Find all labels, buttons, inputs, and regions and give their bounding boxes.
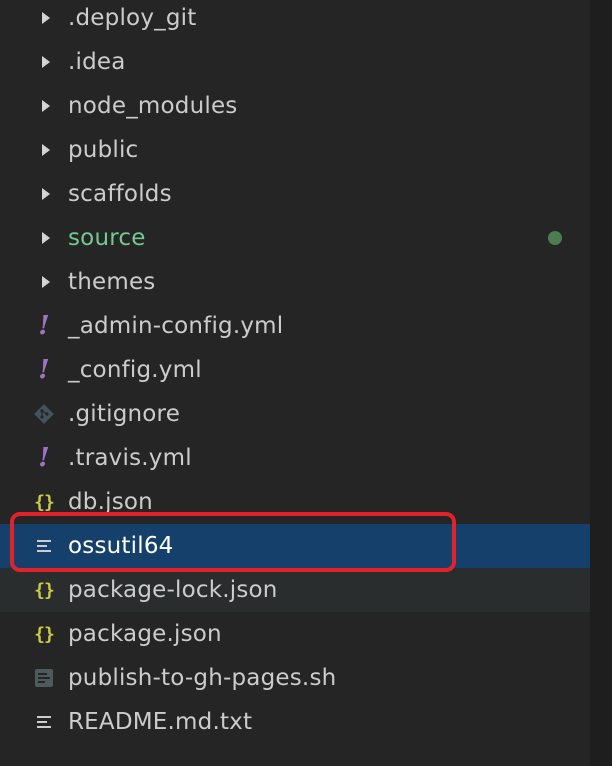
file-admin-config-yml[interactable]: ! _admin-config.yml (0, 304, 590, 348)
terminal-file-icon (30, 656, 58, 700)
file-gitignore[interactable]: .gitignore (0, 392, 590, 436)
editor-edge (590, 0, 612, 766)
file-travis-yml[interactable]: ! .travis.yml (0, 436, 590, 480)
git-modified-dot-icon (548, 231, 562, 245)
git-icon (30, 392, 58, 436)
file-label: README.md.txt (68, 709, 253, 735)
file-label: .travis.yml (68, 445, 192, 471)
folder-themes[interactable]: themes (0, 260, 590, 304)
file-label: publish-to-gh-pages.sh (68, 665, 337, 691)
file-label: .idea (68, 49, 126, 75)
file-explorer: .deploy_git .idea node_modules public sc… (0, 0, 590, 766)
folder-scaffolds[interactable]: scaffolds (0, 172, 590, 216)
file-label: themes (68, 269, 156, 295)
yaml-exclamation-icon: ! (38, 443, 50, 473)
file-readme-md-txt[interactable]: README.md.txt (0, 700, 590, 744)
json-braces-icon: {} (34, 623, 55, 645)
file-label: public (68, 137, 139, 163)
file-label: _config.yml (68, 357, 202, 383)
chevron-right-icon (30, 128, 58, 172)
folder-source[interactable]: source (0, 216, 590, 260)
folder-deploy-git[interactable]: .deploy_git (0, 0, 590, 40)
file-label: scaffolds (68, 181, 172, 207)
file-config-yml[interactable]: ! _config.yml (0, 348, 590, 392)
yaml-exclamation-icon: ! (38, 311, 50, 341)
file-label: ossutil64 (68, 533, 174, 559)
text-lines-icon (30, 524, 58, 568)
file-label: node_modules (68, 93, 238, 119)
file-label: package.json (68, 621, 222, 647)
file-label: _admin-config.yml (68, 313, 284, 339)
yaml-exclamation-icon: ! (38, 355, 50, 385)
folder-idea[interactable]: .idea (0, 40, 590, 84)
file-label: package-lock.json (68, 577, 278, 603)
file-db-json[interactable]: {} db.json (0, 480, 590, 524)
chevron-right-icon (30, 216, 58, 260)
chevron-right-icon (30, 84, 58, 128)
file-label: source (68, 225, 146, 251)
chevron-right-icon (30, 40, 58, 84)
file-label: db.json (68, 489, 153, 515)
chevron-right-icon (30, 260, 58, 304)
file-package-lock-json[interactable]: {} package-lock.json (0, 568, 590, 612)
chevron-right-icon (30, 0, 58, 40)
text-lines-icon (30, 700, 58, 744)
json-braces-icon: {} (34, 579, 55, 601)
file-ossutil64[interactable]: ossutil64 (0, 524, 590, 568)
folder-public[interactable]: public (0, 128, 590, 172)
file-label: .deploy_git (68, 5, 197, 31)
chevron-right-icon (30, 172, 58, 216)
json-braces-icon: {} (34, 491, 55, 513)
folder-node-modules[interactable]: node_modules (0, 84, 590, 128)
file-label: .gitignore (68, 401, 181, 427)
file-publish-to-gh-pages-sh[interactable]: publish-to-gh-pages.sh (0, 656, 590, 700)
file-package-json[interactable]: {} package.json (0, 612, 590, 656)
